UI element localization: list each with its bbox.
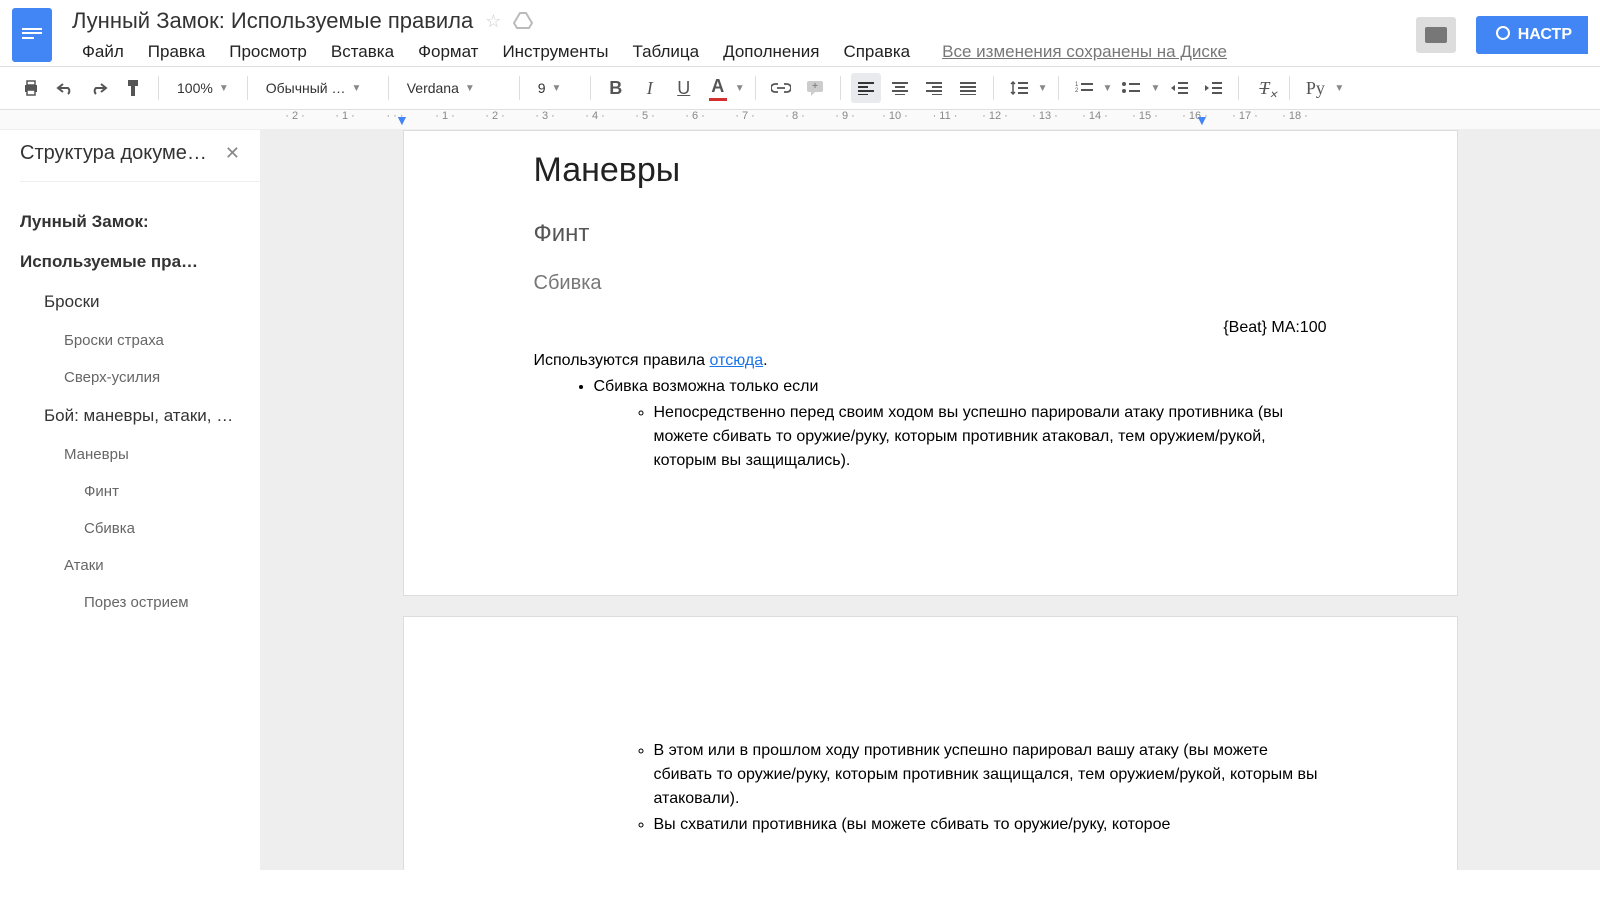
heading-2[interactable]: Финт [534, 220, 1327, 248]
indent-marker-right[interactable]: ▼ [1195, 112, 1209, 128]
svg-text:2: 2 [1075, 88, 1079, 94]
ruler[interactable]: · 2 ·· 1 ·· · ·· 1 ·· 2 ·· 3 ·· 4 ·· 5 ·… [0, 110, 1600, 130]
align-left-button[interactable] [851, 73, 881, 103]
undo-button[interactable] [50, 73, 80, 103]
outline-item[interactable]: Броски [20, 282, 240, 322]
outline-item[interactable]: Используемые пра… [20, 242, 240, 282]
numbered-list-button[interactable]: 12 [1069, 73, 1099, 103]
paragraph-style-select[interactable]: Обычный …▼ [258, 80, 378, 96]
menu-format[interactable]: Формат [408, 38, 488, 66]
outline-item[interactable]: Атаки [20, 547, 240, 584]
document-outline: Структура докуме… ✕ Лунный Замок:Использ… [0, 130, 260, 870]
intro-link[interactable]: отсюда [710, 352, 764, 369]
line-spacing-button[interactable] [1004, 73, 1034, 103]
menu-view[interactable]: Просмотр [219, 38, 317, 66]
list-item[interactable]: Непосредственно перед своим ходом вы усп… [654, 401, 1327, 473]
menu-table[interactable]: Таблица [622, 38, 709, 66]
docs-logo[interactable] [12, 8, 52, 62]
menubar: Файл Правка Просмотр Вставка Формат Инст… [72, 38, 1416, 66]
italic-button[interactable]: I [635, 73, 665, 103]
heading-3[interactable]: Сбивка [534, 272, 1327, 295]
save-status[interactable]: Все изменения сохранены на Диске [942, 42, 1227, 62]
clear-formatting-button[interactable]: T✕ [1249, 73, 1279, 103]
share-label: НАСТР [1518, 26, 1572, 44]
zoom-select[interactable]: 100%▼ [169, 80, 237, 96]
print-button[interactable] [16, 73, 46, 103]
outline-item[interactable]: Бой: маневры, атаки, … [20, 396, 240, 436]
heading-1[interactable]: Маневры [534, 151, 1327, 190]
move-to-drive-icon[interactable] [513, 12, 533, 30]
bulleted-list-button[interactable] [1116, 73, 1146, 103]
indent-marker-left[interactable]: ▼ [395, 112, 409, 128]
outline-item[interactable]: Лунный Замок: [20, 202, 240, 242]
list-item[interactable]: Вы схватили противника (вы можете сбиват… [654, 813, 1327, 837]
menu-tools[interactable]: Инструменты [492, 38, 618, 66]
font-select[interactable]: Verdana▼ [399, 80, 509, 96]
document-title[interactable]: Лунный Замок: Используемые правила [72, 8, 473, 34]
menu-insert[interactable]: Вставка [321, 38, 404, 66]
star-icon[interactable]: ☆ [485, 11, 501, 32]
outline-item[interactable]: Сверх-усилия [20, 359, 240, 396]
close-outline-button[interactable]: ✕ [225, 143, 240, 164]
menu-file[interactable]: Файл [72, 38, 134, 66]
list-item[interactable]: В этом или в прошлом ходу противник успе… [654, 739, 1327, 811]
outline-item[interactable]: Броски страха [20, 322, 240, 359]
redo-button[interactable] [84, 73, 114, 103]
increase-indent-button[interactable] [1198, 73, 1228, 103]
decrease-indent-button[interactable] [1164, 73, 1194, 103]
align-center-button[interactable] [885, 73, 915, 103]
outline-item[interactable]: Сбивка [20, 510, 240, 547]
outline-item[interactable]: Порез острием [20, 584, 240, 621]
comments-button[interactable] [1416, 17, 1456, 53]
underline-button[interactable]: U [669, 73, 699, 103]
align-right-button[interactable] [919, 73, 949, 103]
outline-item[interactable]: Маневры [20, 436, 240, 473]
reference-note[interactable]: {Beat} MA:100 [534, 319, 1327, 337]
outline-title: Структура докуме… [20, 142, 207, 165]
bold-button[interactable]: B [601, 73, 631, 103]
paint-format-button[interactable] [118, 73, 148, 103]
insert-comment-button[interactable]: + [800, 73, 830, 103]
list-item[interactable]: Сбивка возможна только если [594, 375, 1327, 399]
toolbar: 100%▼ Обычный …▼ Verdana▼ 9▼ B I U A ▼ +… [0, 66, 1600, 110]
align-justify-button[interactable] [953, 73, 983, 103]
document-canvas[interactable]: Маневры Финт Сбивка {Beat} MA:100 Исполь… [260, 130, 1600, 870]
font-size-select[interactable]: 9▼ [530, 80, 580, 96]
svg-text:+: + [812, 81, 818, 92]
page-2: В этом или в прошлом ходу противник успе… [403, 616, 1458, 870]
page-1: Маневры Финт Сбивка {Beat} MA:100 Исполь… [403, 130, 1458, 596]
share-button[interactable]: НАСТР [1476, 16, 1588, 54]
insert-link-button[interactable] [766, 73, 796, 103]
text-color-button[interactable]: A [703, 73, 733, 103]
menu-edit[interactable]: Правка [138, 38, 215, 66]
menu-addons[interactable]: Дополнения [713, 38, 829, 66]
share-icon [1492, 26, 1510, 44]
menu-help[interactable]: Справка [833, 38, 920, 66]
outline-item[interactable]: Финт [20, 473, 240, 510]
intro-paragraph[interactable]: Используются правила отсюда. [534, 349, 1327, 373]
input-tools-button[interactable]: Ру [1300, 73, 1330, 103]
